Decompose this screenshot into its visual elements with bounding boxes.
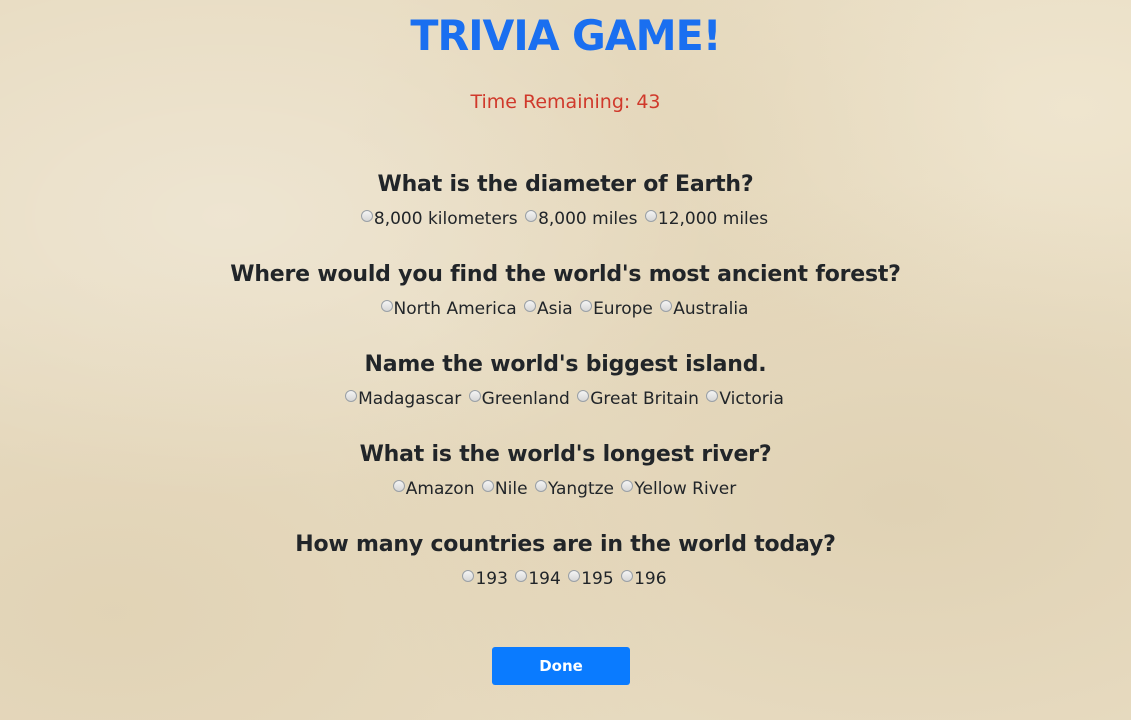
question-block: Name the world's biggest island. Madagas… bbox=[0, 348, 1131, 438]
answer-label: Asia bbox=[537, 299, 573, 319]
radio-button[interactable] bbox=[644, 210, 657, 222]
answer-options: Amazon Nile Yangtze Yellow River bbox=[0, 472, 1131, 507]
radio-button[interactable] bbox=[462, 570, 475, 582]
answer-label: 12,000 miles bbox=[657, 209, 769, 229]
answer-options: Madagascar Greenland Great Britain Victo… bbox=[0, 382, 1131, 417]
question-text: What is the world's longest river? bbox=[359, 442, 772, 467]
radio-button[interactable] bbox=[345, 390, 358, 402]
answer-label: 196 bbox=[634, 569, 667, 589]
answer-option[interactable]: 194 bbox=[515, 562, 561, 596]
answer-option[interactable]: Yangtze bbox=[534, 472, 615, 506]
question-text: Name the world's biggest island. bbox=[364, 352, 767, 377]
answer-label: Amazon bbox=[405, 479, 475, 499]
answer-option[interactable]: 193 bbox=[462, 562, 508, 596]
answer-option[interactable]: 8,000 kilometers bbox=[360, 202, 518, 236]
answer-label: Nile bbox=[494, 479, 528, 499]
radio-button[interactable] bbox=[568, 570, 581, 582]
answer-option[interactable]: 12,000 miles bbox=[644, 202, 769, 236]
answer-option[interactable]: Victoria bbox=[706, 382, 784, 416]
question-block: Where would you find the world's most an… bbox=[0, 258, 1131, 348]
answer-option[interactable]: Madagascar bbox=[345, 382, 461, 416]
answer-label: Madagascar bbox=[358, 389, 462, 409]
question-block: What is the diameter of Earth? 8,000 kil… bbox=[0, 168, 1131, 258]
answer-option[interactable]: Australia bbox=[660, 292, 748, 326]
question-block: What is the world's longest river? Amazo… bbox=[0, 438, 1131, 528]
answer-label: Great Britain bbox=[590, 389, 699, 409]
answer-option[interactable]: 8,000 miles bbox=[525, 202, 637, 236]
radio-button[interactable] bbox=[534, 480, 547, 492]
radio-button[interactable] bbox=[515, 570, 528, 582]
answer-label: 8,000 miles bbox=[538, 209, 638, 229]
answer-label: Victoria bbox=[719, 389, 784, 409]
radio-button[interactable] bbox=[360, 210, 373, 222]
game-title: Trivia Game! bbox=[410, 11, 721, 60]
answer-option[interactable]: Great Britain bbox=[577, 382, 699, 416]
answer-label: Greenland bbox=[481, 389, 570, 409]
radio-button[interactable] bbox=[660, 300, 673, 312]
radio-button[interactable] bbox=[621, 480, 634, 492]
radio-button[interactable] bbox=[481, 480, 494, 492]
radio-button[interactable] bbox=[580, 300, 593, 312]
answer-label: 8,000 kilometers bbox=[373, 209, 518, 229]
answer-option[interactable]: Nile bbox=[481, 472, 528, 506]
answer-options: 8,000 kilometers 8,000 miles 12,000 mile… bbox=[0, 202, 1131, 237]
question-text: Where would you find the world's most an… bbox=[230, 262, 901, 287]
done-button[interactable]: Done bbox=[492, 647, 630, 685]
radio-button[interactable] bbox=[468, 390, 481, 402]
answer-option[interactable]: 195 bbox=[568, 562, 614, 596]
question-text: What is the diameter of Earth? bbox=[377, 172, 754, 197]
answer-label: 195 bbox=[581, 569, 614, 589]
answer-option[interactable]: Asia bbox=[524, 292, 573, 326]
answer-label: North America bbox=[393, 299, 517, 319]
answer-options: North America Asia Europe Australia bbox=[0, 292, 1131, 327]
radio-button[interactable] bbox=[524, 300, 537, 312]
question-text: How many countries are in the world toda… bbox=[295, 532, 836, 557]
answer-label: Europe bbox=[593, 299, 653, 319]
answer-label: 194 bbox=[528, 569, 561, 589]
time-remaining: Time Remaining: 43 bbox=[470, 91, 661, 113]
radio-button[interactable] bbox=[621, 570, 634, 582]
question-block: How many countries are in the world toda… bbox=[0, 528, 1131, 618]
answer-option[interactable]: 196 bbox=[621, 562, 667, 596]
radio-button[interactable] bbox=[380, 300, 393, 312]
questions-list: What is the diameter of Earth? 8,000 kil… bbox=[0, 168, 1131, 618]
answer-label: Yellow River bbox=[634, 479, 737, 499]
radio-button[interactable] bbox=[706, 390, 719, 402]
radio-button[interactable] bbox=[392, 480, 405, 492]
radio-button[interactable] bbox=[577, 390, 590, 402]
answer-option[interactable]: Amazon bbox=[392, 472, 475, 506]
answer-label: Yangtze bbox=[547, 479, 615, 499]
answer-label: 193 bbox=[475, 569, 508, 589]
answer-option[interactable]: North America bbox=[380, 292, 517, 326]
answer-option[interactable]: Greenland bbox=[468, 382, 570, 416]
answer-options: 193 194 195 196 bbox=[0, 562, 1131, 597]
answer-option[interactable]: Yellow River bbox=[621, 472, 736, 506]
radio-button[interactable] bbox=[525, 210, 538, 222]
answer-label: Australia bbox=[673, 299, 749, 319]
answer-option[interactable]: Europe bbox=[580, 292, 653, 326]
